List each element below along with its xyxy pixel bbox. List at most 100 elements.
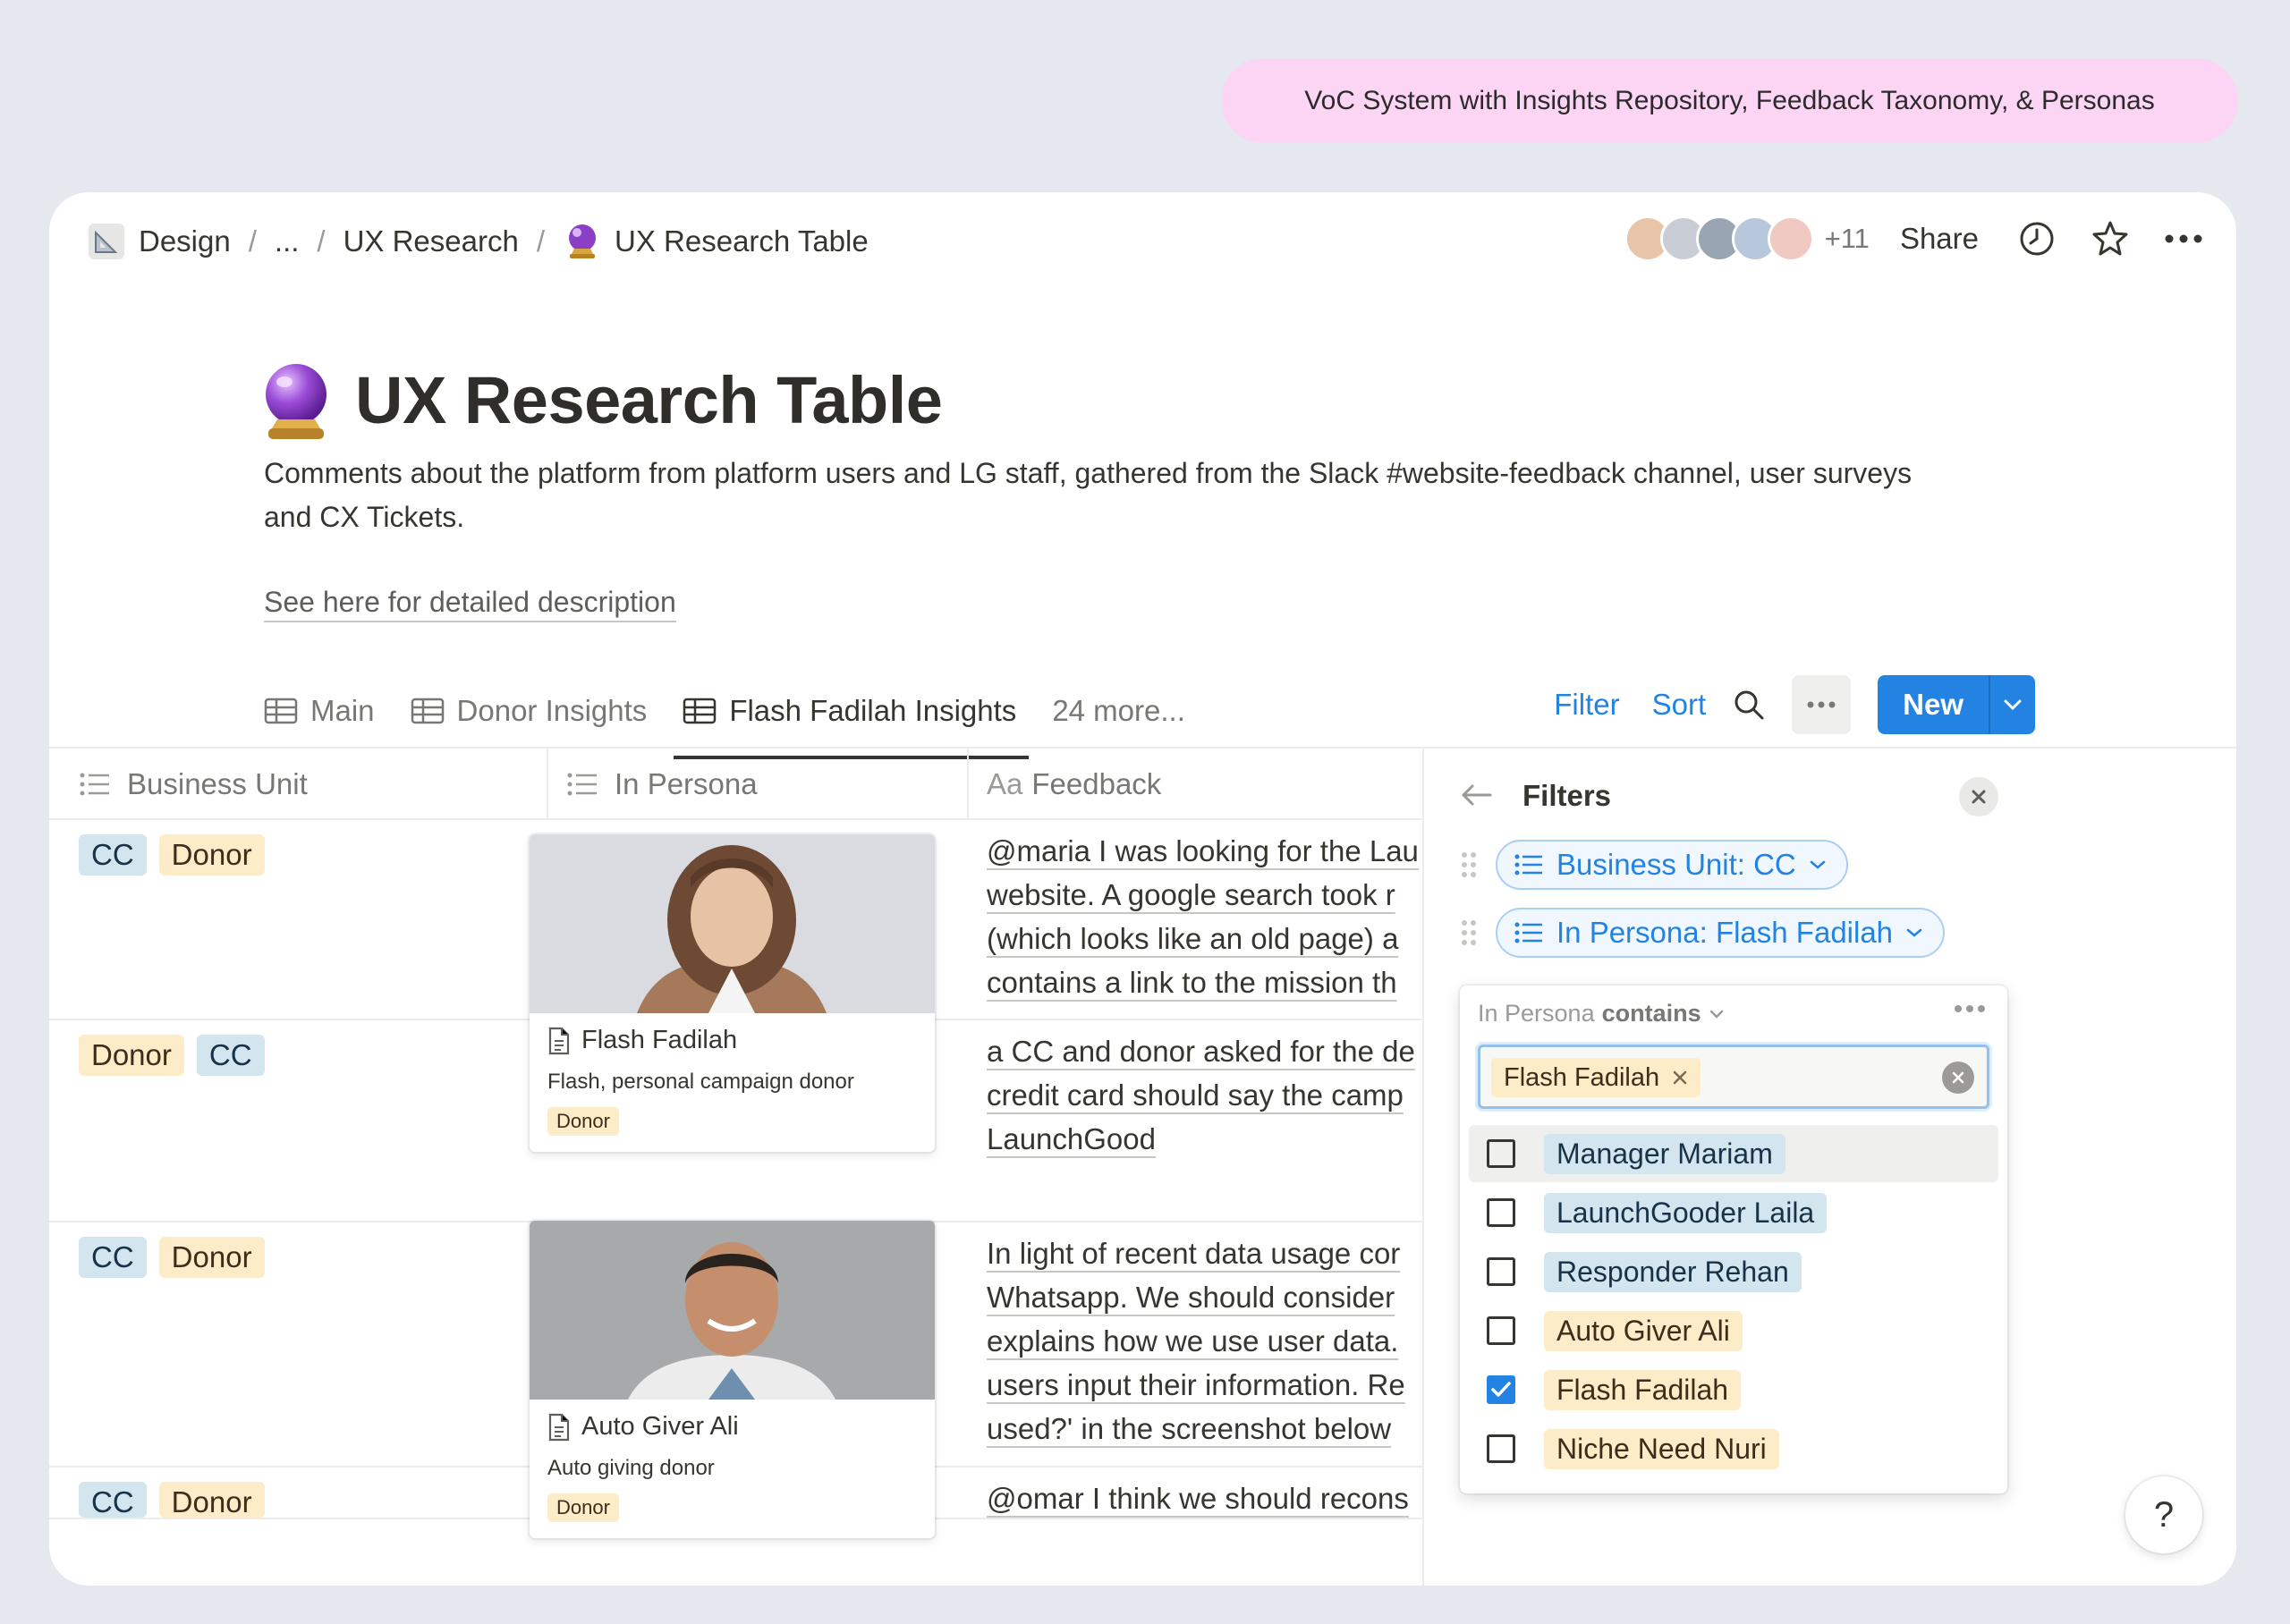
checkbox[interactable] — [1487, 1434, 1515, 1463]
app-window: Design / ... / UX Research / UX Research… — [49, 192, 2236, 1586]
breadcrumb-label: ... — [274, 224, 300, 258]
page-title[interactable]: UX Research Table — [355, 362, 943, 438]
back-arrow-icon[interactable] — [1460, 782, 1492, 812]
persona-option[interactable]: Flash Fadilah — [1469, 1361, 1998, 1418]
close-button[interactable] — [1959, 777, 1998, 816]
filter-chip-label: Business Unit: CC — [1556, 848, 1796, 881]
feedback-text: used?' in the screenshot below — [987, 1412, 1392, 1445]
sort-button[interactable]: Sort — [1652, 688, 1707, 722]
business-unit-cell[interactable]: Donor CC — [79, 1035, 277, 1076]
filters-panel-title: Filters — [1522, 779, 1612, 812]
tag-cc: CC — [79, 1482, 147, 1518]
breadcrumb-item-ellipsis[interactable]: ... — [275, 224, 300, 258]
column-header-feedback[interactable]: Aa Feedback — [987, 749, 1161, 820]
tab-flash-fadilah-insights[interactable]: Flash Fadilah Insights — [674, 675, 1030, 759]
tag-cc: CC — [79, 834, 147, 875]
persona-option[interactable]: Responder Rehan — [1469, 1243, 1998, 1300]
close-icon — [1972, 790, 1986, 804]
persona-card-flash-fadilah[interactable]: Flash Fadilah Flash, personal campaign d… — [530, 834, 935, 1152]
persona-photo — [530, 1221, 935, 1400]
feedback-cell[interactable]: @maria I was looking for the Lau website… — [987, 829, 1470, 1004]
checkmark-icon — [1491, 1382, 1511, 1397]
list-icon — [80, 773, 109, 796]
checkbox[interactable] — [1487, 1198, 1515, 1227]
filter-chip-in-persona[interactable]: In Persona: Flash Fadilah — [1496, 908, 1946, 958]
filter-button[interactable]: Filter — [1554, 688, 1619, 722]
business-unit-cell[interactable]: CC Donor — [79, 1482, 277, 1518]
tag-donor: Donor — [158, 1237, 265, 1278]
header-divider — [49, 818, 1422, 820]
more-views-button[interactable]: 24 more... — [1052, 694, 1185, 728]
filter-property: In Persona — [1478, 1000, 1595, 1027]
tab-main[interactable]: Main — [264, 675, 375, 747]
persona-filter-input[interactable]: Flash Fadilah — [1478, 1045, 1989, 1109]
tab-label: Donor Insights — [456, 694, 648, 727]
feedback-cell[interactable]: a CC and donor asked for the de credit c… — [987, 1029, 1470, 1161]
breadcrumb-label: Design — [139, 224, 231, 258]
view-options-button[interactable] — [1792, 675, 1852, 734]
persona-option[interactable]: Auto Giver Ali — [1469, 1302, 1998, 1359]
chevron-down-icon — [1810, 860, 1826, 869]
checkbox[interactable] — [1487, 1316, 1515, 1345]
tag-donor: Donor — [79, 1035, 184, 1076]
filter-condition[interactable]: In Persona contains — [1478, 1000, 1725, 1028]
new-button-group: New — [1878, 675, 2035, 734]
help-button[interactable]: ? — [2125, 1476, 2202, 1553]
feedback-cell[interactable]: In light of recent data usage cor Whatsa… — [987, 1231, 1470, 1451]
tag-donor: Donor — [158, 1482, 265, 1518]
view-actions: Filter Sort New — [1522, 673, 2035, 736]
feedback-text: @maria I was looking for the Lau — [987, 834, 1419, 867]
persona-photo — [530, 834, 935, 1013]
feedback-text: credit card should say the camp — [987, 1078, 1404, 1112]
clock-icon[interactable] — [2016, 218, 2057, 259]
column-header-in-persona[interactable]: In Persona — [566, 749, 758, 820]
extra-collaborators-count[interactable]: +11 — [1825, 223, 1870, 255]
tab-donor-insights[interactable]: Donor Insights — [411, 675, 648, 747]
persona-description: Auto giving donor — [547, 1456, 715, 1480]
business-unit-cell[interactable]: CC Donor — [79, 834, 277, 875]
drag-handle-icon[interactable] — [1460, 918, 1478, 947]
checkbox-checked[interactable] — [1487, 1375, 1515, 1404]
tag-donor: Donor — [547, 1107, 619, 1136]
breadcrumb-item-design[interactable]: Design — [87, 222, 231, 261]
clear-input-button[interactable] — [1942, 1062, 1974, 1094]
business-unit-cell[interactable]: CC Donor — [79, 1237, 277, 1278]
close-icon — [1952, 1071, 1964, 1084]
feedback-cell[interactable]: @omar I think we should recons — [987, 1476, 1470, 1518]
detailed-description-link[interactable]: See here for detailed description — [264, 586, 676, 622]
search-icon[interactable] — [1733, 689, 1765, 721]
page-icon — [548, 1413, 570, 1441]
page-description[interactable]: Comments about the platform from platfor… — [264, 452, 1963, 539]
collaborator-avatars[interactable] — [1624, 216, 1814, 262]
persona-option[interactable]: Manager Mariam — [1469, 1125, 1998, 1182]
column-header-business-unit[interactable]: Business Unit — [79, 749, 308, 820]
new-options-button[interactable] — [1989, 675, 2035, 734]
filter-chip-business-unit[interactable]: Business Unit: CC — [1496, 840, 1848, 890]
list-icon — [1514, 854, 1542, 875]
checkbox[interactable] — [1487, 1139, 1515, 1168]
page-icon — [548, 1027, 570, 1054]
persona-card-title: Flash Fadilah — [547, 1026, 917, 1055]
text-property-icon: Aa — [987, 767, 1023, 800]
view-tabs: Main Donor Insights Flash Fadilah Insigh… — [264, 675, 1185, 759]
filter-rule: In Persona: Flash Fadilah — [1460, 908, 1946, 958]
persona-card-auto-giver-ali[interactable]: Auto Giver Ali Auto giving donor Donor — [530, 1221, 935, 1538]
more-options-icon[interactable] — [1954, 1002, 1986, 1018]
feedback-text: In light of recent data usage cor — [987, 1237, 1401, 1270]
checkbox[interactable] — [1487, 1257, 1515, 1286]
tag-cc: CC — [79, 1237, 147, 1278]
breadcrumb-item-ux-research-table[interactable]: UX Research Table — [563, 222, 869, 261]
persona-option[interactable]: LaunchGooder Laila — [1469, 1184, 1998, 1241]
new-button[interactable]: New — [1878, 675, 1989, 734]
persona-option[interactable]: Niche Need Nuri — [1469, 1420, 1998, 1477]
list-icon — [1514, 922, 1542, 943]
breadcrumb-item-ux-research[interactable]: UX Research — [344, 224, 519, 258]
chevron-down-icon — [1906, 928, 1922, 937]
share-button[interactable]: Share — [1900, 222, 1979, 256]
page-icon-crystal-ball[interactable] — [259, 360, 333, 443]
star-icon[interactable] — [2090, 218, 2131, 259]
more-options-icon[interactable] — [2163, 218, 2204, 259]
drag-handle-icon[interactable] — [1460, 850, 1478, 879]
remove-icon[interactable] — [1672, 1070, 1688, 1086]
persona-card-title: Auto Giver Ali — [547, 1412, 917, 1442]
